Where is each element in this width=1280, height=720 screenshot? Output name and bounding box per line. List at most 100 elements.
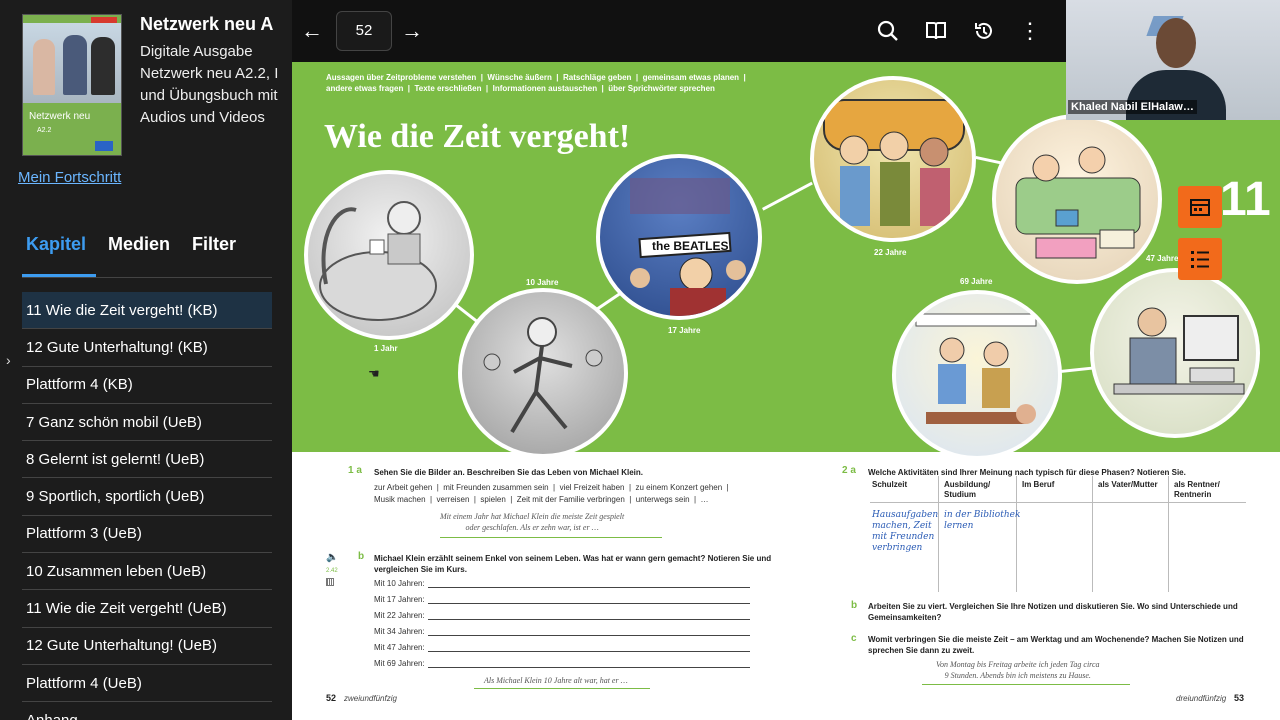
chapter-number: 11 (1220, 173, 1271, 226)
table-divider (1016, 476, 1017, 592)
qr-code-icon[interactable] (326, 578, 334, 586)
fill-in-label: Mit 22 Jahren: (374, 611, 425, 620)
list-icon[interactable] (1178, 238, 1222, 280)
page-number-left: 52 (326, 693, 337, 703)
table-header: Ausbildung/ Studium (944, 480, 991, 499)
exercise-1b-text: Michael Klein erzählt seinem Enkel von s… (374, 554, 772, 574)
sidebar: › Netzwerk neu A2.2 Netzwerk neu A Digit… (0, 0, 292, 720)
exercise-letter: b (358, 551, 365, 562)
fill-in-line[interactable] (428, 667, 750, 668)
age-label: 69 Jahre (960, 277, 993, 286)
age-10-illustration (458, 288, 628, 458)
more-options-icon[interactable]: ⋮ (1016, 17, 1044, 45)
cover-person (63, 35, 87, 95)
hand-cursor-icon: ☚ (368, 366, 380, 381)
fill-in-line[interactable] (428, 651, 750, 652)
chapter-item[interactable]: 10 Zusammen leben (UeB) (22, 553, 272, 591)
audio-track-number: 2.42 (326, 568, 338, 574)
chapter-item[interactable]: 12 Gute Unterhaltung! (UeB) (22, 628, 272, 665)
book-title: Netzwerk neu A (140, 14, 274, 34)
age-label: 1 Jahr (374, 344, 398, 353)
fill-in-label: Mit 34 Jahren: (374, 627, 425, 636)
fill-in-line[interactable] (428, 635, 750, 636)
age-22-illustration (810, 76, 976, 242)
exercise-1a-text: Sehen Sie die Bilder an. Beschreiben Sie… (374, 468, 643, 477)
exercise-letter: c (851, 633, 857, 644)
tab-underline (22, 274, 96, 277)
chapter-topics: Aussagen über Zeitprobleme verstehen | W… (326, 73, 746, 93)
table-header: als Rentner/ Rentnerin (1174, 480, 1220, 499)
exercise-1a-hint: Mit einem Jahr hat Michael Klein die mei… (440, 512, 625, 532)
handwritten-note: in der Bibliothek lernen (944, 510, 1021, 531)
hint-underline (440, 537, 662, 538)
fill-in-label: Mit 10 Jahren: (374, 579, 425, 588)
age-label: 10 Jahre (526, 278, 559, 287)
fill-in-label: Mit 69 Jahren: (374, 659, 425, 668)
forward-arrow-icon[interactable]: → (398, 17, 426, 45)
age-47-illustration (992, 114, 1162, 284)
exercise-1b-hint: Als Michael Klein 10 Jahre alt war, hat … (484, 676, 628, 685)
table-divider (938, 476, 939, 592)
progress-link[interactable]: Mein Fortschritt (18, 169, 121, 186)
age-label: 17 Jahre (668, 326, 701, 335)
exercise-letter: b (851, 600, 858, 611)
exercise-2c-hint: Von Montag bis Freitag arbeite ich jeden… (936, 660, 1100, 680)
chapter-item[interactable]: Plattform 4 (KB) (22, 367, 272, 404)
tab-kapitel[interactable]: Kapitel (26, 234, 86, 255)
audio-icon[interactable]: 🔈 (326, 552, 338, 563)
table-header: Schulzeit (872, 480, 908, 489)
chapter-headline: Wie die Zeit vergeht! (324, 118, 631, 155)
history-icon[interactable] (970, 17, 998, 45)
chapter-item[interactable]: Plattform 4 (UeB) (22, 665, 272, 703)
page-number-right: 53 (1234, 693, 1245, 703)
chapter-item[interactable]: Anhang (22, 702, 272, 720)
chapter-item[interactable]: 11 Wie die Zeit vergeht! (KB) (22, 292, 272, 330)
exercise-2b-text: Arbeiten Sie zu viert. Vergleichen Sie I… (868, 602, 1238, 622)
hint-underline (474, 688, 650, 689)
table-header: Im Beruf (1022, 480, 1055, 489)
chapter-item[interactable]: 9 Sportlich, sportlich (UeB) (22, 478, 272, 516)
book-page-spread: Aussagen über Zeitprobleme verstehen | W… (292, 62, 1280, 720)
search-icon[interactable] (874, 17, 902, 45)
fill-in-line[interactable] (428, 603, 750, 604)
book-description: Digitale Ausgabe Netzwerk neu A2.2, I un… (140, 43, 279, 126)
page-number-input[interactable]: 52 (336, 11, 392, 51)
table-divider (1092, 476, 1093, 592)
fill-in-line[interactable] (428, 587, 750, 588)
chapter-item[interactable]: 7 Ganz schön mobil (UeB) (22, 404, 272, 442)
fill-in-label: Mit 17 Jahren: (374, 595, 425, 604)
chapter-item[interactable]: 12 Gute Unterhaltung! (KB) (22, 329, 272, 367)
calendar-icon[interactable] (1178, 186, 1222, 228)
age-label: 22 Jahre (874, 248, 907, 257)
participant-name: Khaled Nabil ElHalaw… (1068, 100, 1197, 114)
chapter-item[interactable]: 8 Gelernt ist gelernt! (UeB) (22, 441, 272, 479)
exercise-2c-text: Womit verbringen Sie die meiste Zeit – a… (868, 635, 1244, 655)
chapter-item[interactable]: Plattform 3 (UeB) (22, 516, 272, 554)
fill-in-line[interactable] (428, 619, 750, 620)
chevron-right-icon[interactable]: › (6, 352, 11, 368)
tab-medien[interactable]: Medien (108, 234, 170, 255)
hint-underline (922, 684, 1130, 685)
handwritten-note: Hausaufgaben machen, Zeit mit Freunden v… (872, 510, 939, 553)
book-view-icon[interactable] (922, 17, 950, 45)
age-47-office-illustration (1090, 268, 1260, 438)
table-divider (870, 502, 1246, 503)
book-cover: Netzwerk neu A2.2 (22, 14, 122, 156)
webcam-overlay: Khaled Nabil ElHalaw… (1066, 0, 1280, 120)
chapter-item[interactable]: 11 Wie die Zeit vergeht! (UeB) (22, 590, 272, 628)
age-1-illustration (304, 170, 474, 340)
viewer-toolbar: ← 52 → ⋮ (292, 0, 1066, 62)
participant-head (1156, 18, 1196, 68)
tab-filter[interactable]: Filter (192, 234, 236, 255)
publisher-logo (95, 141, 113, 151)
table-divider (1168, 476, 1169, 592)
activity-table: Schulzeit Ausbildung/ Studium Im Beruf a… (870, 476, 1246, 592)
back-arrow-icon[interactable]: ← (298, 17, 326, 45)
sidebar-tabs: Kapitel Medien Filter (22, 230, 272, 278)
sidebar-edge[interactable]: › (0, 0, 22, 720)
exercise-number: 1 a (348, 465, 362, 476)
age-label: 47 Jahre (1146, 254, 1179, 263)
cover-person (33, 39, 55, 95)
cover-title: Netzwerk neu (29, 111, 91, 122)
age-17-illustration: the BEATLES (596, 154, 762, 320)
